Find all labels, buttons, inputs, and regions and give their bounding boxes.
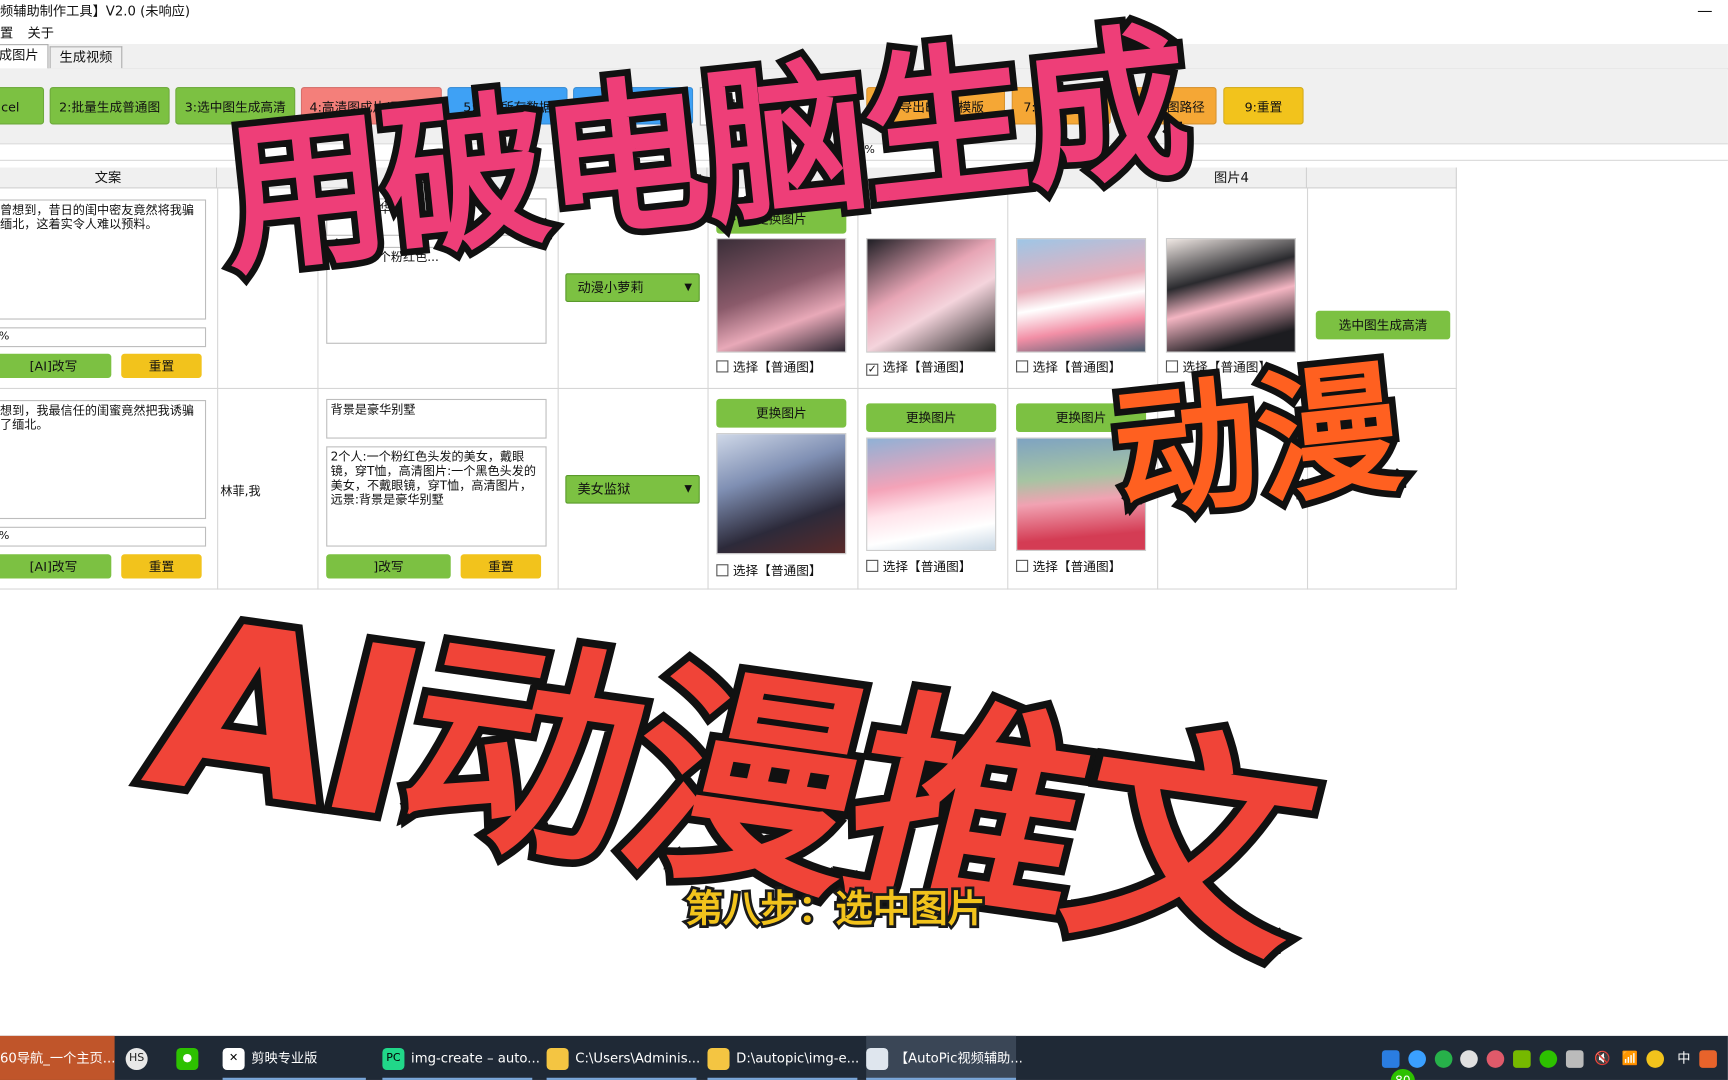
menu-item-about[interactable]: 关于 xyxy=(28,22,54,44)
step-subtitle: 第八步：选中图片 xyxy=(683,887,988,932)
row2-desc-rewrite-button[interactable]: ]改写 xyxy=(326,554,451,579)
taskbar-item-wechat[interactable]: ● xyxy=(176,1036,205,1080)
row1-select-image3[interactable]: 选择【普通图】 xyxy=(1016,359,1121,375)
taskbar: 60导航_一个主页... HS ● ✕ 剪映专业版 PC img-create – … xyxy=(0,1035,1728,1080)
row1-select-label2: 选择【普通图】 xyxy=(882,359,972,375)
taskbar-item-browser[interactable]: 60导航_一个主页... xyxy=(0,1035,116,1080)
row1-select-image1[interactable]: 选择【普通图】 xyxy=(716,359,822,375)
minimize-icon[interactable]: — xyxy=(1697,0,1712,22)
row2-desc-reset-button[interactable]: 重置 xyxy=(460,554,542,579)
cloud-icon[interactable] xyxy=(1408,1049,1426,1068)
taskbar-item-pycharm[interactable]: PC img-create – auto... xyxy=(382,1036,540,1080)
app-window-icon xyxy=(866,1047,889,1070)
tab-generate-images[interactable]: 成图片 xyxy=(0,44,49,70)
row2-percent-input[interactable]: % xyxy=(0,526,207,547)
pycharm-icon: PC xyxy=(382,1047,405,1070)
row2-image1[interactable] xyxy=(716,433,847,555)
row1-model-value: 动漫小萝莉 xyxy=(577,279,644,296)
row2-reset-button[interactable]: 重置 xyxy=(121,554,202,579)
row1-select-label1: 选择【普通图】 xyxy=(732,359,822,375)
notification-badge[interactable]: 80 xyxy=(1390,1068,1415,1080)
taskbar-item-explorer1[interactable]: C:\Users\Adminis... xyxy=(546,1036,701,1080)
row1-image1[interactable] xyxy=(716,238,847,353)
headline-overlay-2: 动漫 xyxy=(1100,337,1416,547)
row1-model-select[interactable]: 动漫小萝莉 ▼ xyxy=(565,273,700,302)
row2-select-image1[interactable]: 选择【普通图】 xyxy=(716,563,822,579)
batch-generate-button[interactable]: 2:批量生成普通图 xyxy=(49,87,170,125)
taskbar-item-jianying[interactable]: ✕ 剪映专业版 xyxy=(222,1036,366,1080)
row1-percent-input[interactable]: % xyxy=(0,327,207,348)
header-text: 文案 xyxy=(0,167,218,189)
wechat-tray-icon[interactable] xyxy=(1539,1049,1558,1068)
row2-select-label3: 选择【普通图】 xyxy=(1032,558,1122,575)
ime-indicator[interactable]: 中 xyxy=(1677,1050,1690,1065)
row2-select-image3[interactable]: 选择【普通图】 xyxy=(1016,559,1121,574)
tray-green-icon[interactable] xyxy=(1434,1049,1453,1068)
reset-button[interactable]: 9:重置 xyxy=(1223,87,1304,125)
checkbox-checked-icon[interactable]: ✓ xyxy=(866,363,879,376)
taskbar-label: 60导航_一个主页... xyxy=(0,1050,116,1066)
tray-yellow-icon[interactable] xyxy=(1646,1049,1665,1068)
row2-model-value: 美女监狱 xyxy=(577,481,631,498)
taskbar-item-explorer2[interactable]: D:\autopic\img-e... xyxy=(707,1036,860,1080)
tray-settings-icon[interactable] xyxy=(1460,1049,1479,1068)
row1-text-input[interactable]: 曾想到，昔日的闺中密友竟然将我骗缅北，这着实令人难以预料。 xyxy=(0,199,207,320)
row1-ai-rewrite-button[interactable]: [AI]改写 xyxy=(0,353,112,378)
hs-icon: HS xyxy=(125,1047,148,1070)
taskbar-label: C:\Users\Adminis... xyxy=(575,1050,701,1066)
row1-image3[interactable] xyxy=(1016,238,1147,353)
window-title: 频辅助制作工具】V2.0 (未响应) xyxy=(0,3,191,19)
checkbox-icon[interactable] xyxy=(716,360,729,373)
checkbox-icon[interactable] xyxy=(1016,360,1029,373)
menu-item-settings[interactable]: 置 xyxy=(0,22,13,44)
taskbar-label: 剪映专业版 xyxy=(251,1050,318,1066)
nvidia-icon[interactable] xyxy=(1513,1049,1531,1068)
taskbar-label: D:\autopic\img-e... xyxy=(736,1050,860,1066)
title-bar: 频辅助制作工具】V2.0 (未响应) — xyxy=(0,0,1728,23)
taskbar-label: 【AutoPic视频辅助... xyxy=(894,1050,1023,1066)
row2-select-image2[interactable]: 选择【普通图】 xyxy=(866,559,971,574)
row2-select-label1: 选择【普通图】 xyxy=(732,563,822,579)
checkbox-icon[interactable] xyxy=(1016,559,1029,572)
jianying-icon: ✕ xyxy=(222,1047,245,1070)
tray-red-icon[interactable] xyxy=(1486,1049,1505,1068)
taskbar-item-hs[interactable]: HS xyxy=(125,1036,155,1080)
system-tray: 🔇 📶 中 80 xyxy=(1378,1047,1728,1080)
checkbox-icon[interactable] xyxy=(716,564,729,577)
sogou-icon[interactable] xyxy=(1699,1049,1717,1068)
row1-image4[interactable] xyxy=(1165,238,1296,353)
volume-icon[interactable]: 🔇 xyxy=(1594,1050,1610,1065)
row1-reset-button[interactable]: 重置 xyxy=(121,353,202,378)
taskbar-item-autopic[interactable]: 【AutoPic视频辅助... xyxy=(866,1035,1023,1080)
row2-text-input[interactable]: 想到，我最信任的闺蜜竟然把我诱骗了缅北。 xyxy=(0,400,207,520)
chevron-down-icon: ▼ xyxy=(684,483,693,495)
tab-generate-video[interactable]: 生成视频 xyxy=(49,46,123,69)
checkbox-icon[interactable] xyxy=(866,559,879,572)
row2-background-input[interactable]: 背景是豪华别墅 xyxy=(326,398,547,439)
row2-image2[interactable] xyxy=(866,437,997,551)
header-actions xyxy=(1306,167,1457,189)
wechat-icon: ● xyxy=(176,1047,199,1070)
folder-icon xyxy=(546,1047,569,1070)
network-icon[interactable]: 📶 xyxy=(1621,1050,1637,1065)
row2-role: 林菲,我 xyxy=(220,483,261,499)
folder-icon xyxy=(707,1047,730,1070)
row2-select-label2: 选择【普通图】 xyxy=(882,558,972,575)
row2-prompt-input[interactable]: 2个人:一个粉红色头发的美女，戴眼镜，穿T恤，高清图片:一个黑色头发的美女，不戴… xyxy=(326,446,547,547)
app-screen: 频辅助制作工具】V2.0 (未响应) — 置 关于 成图片 生成视频 cel 2… xyxy=(0,0,1728,1080)
display-icon[interactable] xyxy=(1565,1049,1584,1068)
row1-select-image2[interactable]: ✓ 选择【普通图】 xyxy=(866,359,971,376)
row2-ai-rewrite-button[interactable]: [AI]改写 xyxy=(0,554,112,579)
import-excel-button[interactable]: cel xyxy=(0,87,45,125)
row2-model-select[interactable]: 美女监狱 ▼ xyxy=(565,474,700,504)
row2-replace-image2-button[interactable]: 更换图片 xyxy=(866,403,997,432)
taskbar-label: img-create – auto... xyxy=(411,1050,540,1066)
row1-generate-hd-button[interactable]: 选中图生成高清 xyxy=(1315,310,1451,340)
row2-replace-image1-button[interactable]: 更换图片 xyxy=(716,398,847,428)
tray-app-icon[interactable] xyxy=(1381,1049,1400,1068)
row1-image2[interactable] xyxy=(866,238,997,353)
chevron-down-icon: ▼ xyxy=(684,282,693,294)
